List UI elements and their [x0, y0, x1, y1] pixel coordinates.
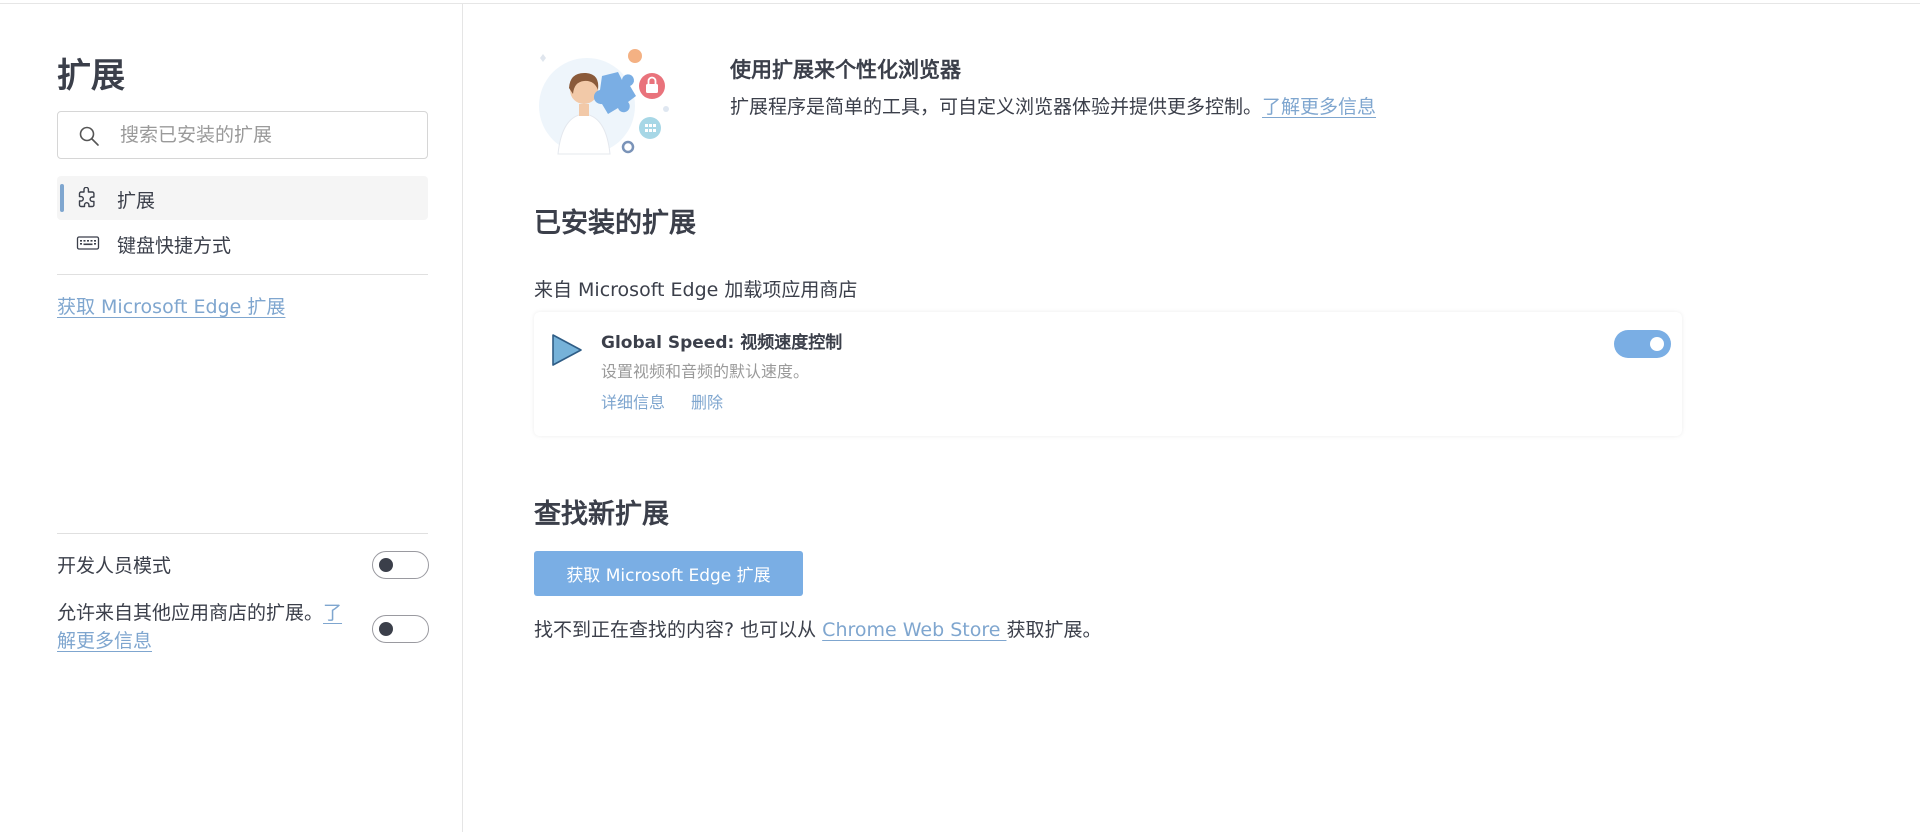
other-stores-label: 允许来自其他应用商店的扩展。了解更多信息: [57, 599, 357, 655]
store-source-label: 来自 Microsoft Edge 加载项应用商店: [534, 279, 858, 301]
other-stores-toggle[interactable]: [372, 615, 429, 643]
toggle-knob: [379, 558, 393, 572]
developer-mode-label: 开发人员模式: [57, 555, 172, 577]
divider: [57, 533, 428, 534]
divider: [57, 274, 428, 275]
get-edge-extensions-link[interactable]: 获取 Microsoft Edge 扩展: [57, 292, 285, 319]
sidebar: 扩展 扩展 键盘快捷方式: [0, 4, 463, 832]
other-stores-text: 允许来自其他应用商店的扩展。: [57, 602, 324, 624]
toggle-knob: [379, 622, 393, 636]
toggle-knob: [1650, 337, 1664, 351]
chrome-web-store-link[interactable]: Chrome Web Store: [822, 619, 1006, 641]
extension-details-link[interactable]: 详细信息: [601, 389, 665, 413]
play-icon: [550, 332, 584, 372]
extensions-illustration: [532, 46, 702, 156]
extension-description: 设置视频和音频的默认速度。: [601, 362, 810, 381]
extension-card: Global Speed: 视频速度控制 设置视频和音频的默认速度。 详细信息 …: [534, 312, 1682, 436]
sidebar-item-label: 键盘快捷方式: [117, 235, 232, 257]
active-indicator: [60, 184, 64, 212]
sidebar-item-extensions[interactable]: 扩展: [57, 176, 428, 220]
developer-mode-toggle[interactable]: [372, 551, 429, 579]
find-new-extensions-heading: 查找新扩展: [534, 499, 669, 530]
extension-remove-link[interactable]: 删除: [691, 389, 723, 413]
footnote-suffix: 获取扩展。: [1006, 619, 1102, 641]
chrome-store-footnote: 找不到正在查找的内容? 也可以从 Chrome Web Store 获取扩展。: [534, 615, 1101, 642]
search-icon: [79, 126, 99, 146]
hero-title: 使用扩展来个性化浏览器: [730, 58, 961, 82]
hero-description-text: 扩展程序是简单的工具，可自定义浏览器体验并提供更多控制。: [730, 96, 1263, 118]
footnote-prefix: 找不到正在查找的内容? 也可以从: [534, 619, 823, 641]
search-box[interactable]: [57, 111, 428, 159]
hero-learn-more-link[interactable]: 了解更多信息: [1262, 96, 1376, 118]
extension-name: Global Speed: 视频速度控制: [601, 333, 843, 353]
get-edge-extensions-button[interactable]: 获取 Microsoft Edge 扩展: [534, 551, 803, 596]
extension-enable-toggle[interactable]: [1614, 330, 1671, 358]
keyboard-icon: [76, 232, 100, 258]
page-title: 扩展: [57, 56, 125, 96]
sidebar-item-label: 扩展: [117, 190, 156, 212]
sidebar-item-keyboard-shortcuts[interactable]: 键盘快捷方式: [57, 221, 428, 265]
puzzle-icon: [76, 186, 98, 213]
hero-description: 扩展程序是简单的工具，可自定义浏览器体验并提供更多控制。了解更多信息: [730, 92, 1376, 119]
search-input[interactable]: [120, 120, 410, 150]
installed-extensions-heading: 已安装的扩展: [534, 208, 696, 239]
